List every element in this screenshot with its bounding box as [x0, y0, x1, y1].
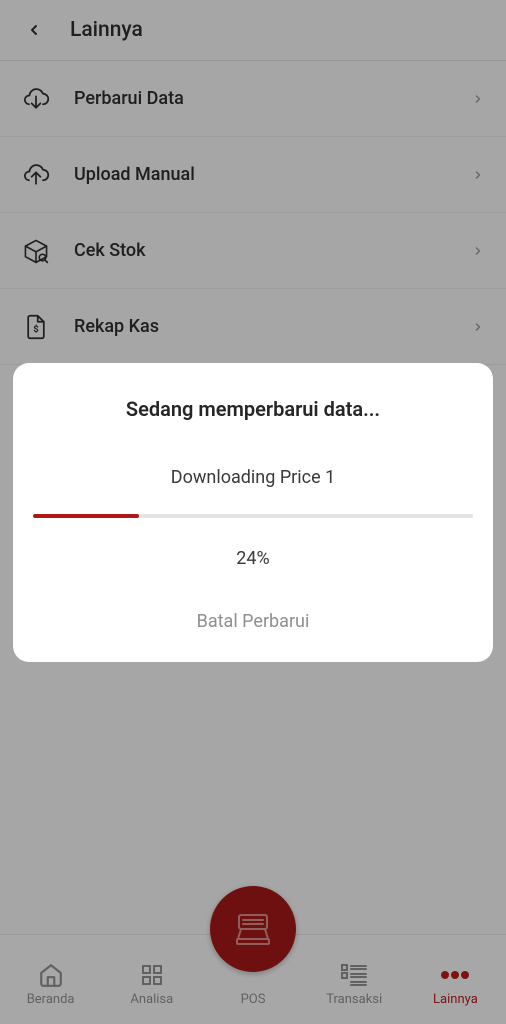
modal-title: Sedang memperbarui data... [33, 397, 473, 421]
cancel-update-button[interactable]: Batal Perbarui [33, 611, 473, 632]
progress-bar-fill [33, 514, 139, 518]
modal-status-text: Downloading Price 1 [33, 467, 473, 488]
update-modal: Sedang memperbarui data... Downloading P… [13, 363, 493, 662]
modal-overlay: Sedang memperbarui data... Downloading P… [0, 0, 506, 1024]
progress-bar [33, 514, 473, 518]
progress-percent: 24% [33, 548, 473, 569]
